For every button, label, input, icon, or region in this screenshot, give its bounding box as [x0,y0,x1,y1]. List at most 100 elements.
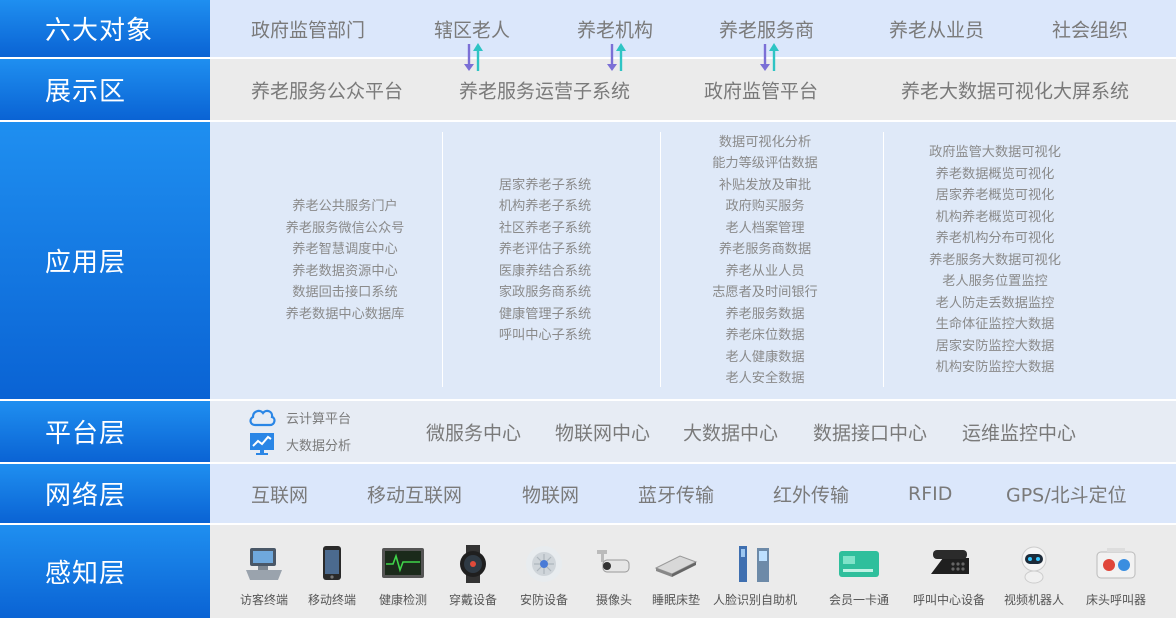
app-list-item: 养老数据资源中心 [292,263,398,279]
device-caption: 摄像头 [595,593,632,607]
app-list-item: 政府监管大数据可视化 [929,145,1061,161]
network-item: GPS/北斗定位 [1006,484,1127,506]
app-list-item: 机构安防监控大数据 [935,360,1055,376]
column-divider [660,132,661,387]
device-item: 呼叫中心设备 [909,543,989,608]
camera-icon [589,543,639,585]
object-item: 社会组织 [1052,19,1129,41]
kiosk-terminal-icon [239,543,289,585]
app-list-item: 志愿者及时间银行 [712,285,818,300]
app-list-item: 养老评估子系统 [498,242,592,257]
bigdata-analysis-label: 大数据分析 [286,438,352,454]
face-recognition-kiosk-icon [730,543,780,585]
app-list-item: 养老数据中心数据库 [285,306,405,322]
app-column-2: 居家养老子系统 机构养老子系统 社区养老子系统 养老评估子系统 医康养结合系统 家政服务商… [450,122,640,399]
device-caption: 视频机器人 [1003,593,1064,607]
column-divider [442,132,443,387]
bidirectional-arrow-icon [464,43,483,71]
device-caption: 人脸识别自助机 [713,593,798,607]
row-label-network: 网络层 [0,464,210,523]
device-caption: 穿戴设备 [448,593,497,607]
app-list-item: 老人安全数据 [725,371,805,386]
object-item: 养老机构 [577,19,654,41]
platform-item: 物联网中心 [555,422,651,444]
device-item: 睡眠床垫 [636,543,716,608]
application-content: 养老公共服务门户 养老服务微信公众号 养老智慧调度中心 养老数据资源中心 数据回击接口系… [210,122,1176,399]
app-list-item: 养老数据概览可视化 [935,166,1055,182]
row-label-display: 展示区 [0,59,210,120]
row-network: 网络层 互联网 移动互联网 物联网 蓝牙传输 红外传输 RFID GPS/北斗定… [0,464,1176,523]
device-item: 会员一卡通 [819,543,899,608]
column-divider [883,132,884,387]
device-item: 人脸识别自助机 [713,543,798,608]
smartwatch-icon [448,543,498,585]
app-list-item: 健康管理子系统 [498,306,592,322]
network-item: 蓝牙传输 [638,484,715,506]
device-caption: 会员一卡通 [828,593,889,607]
health-monitor-icon [378,543,428,585]
device-caption: 呼叫中心设备 [912,593,985,607]
perception-content: 访客终端 移动终端 健康检测 穿戴设备 安防设备 摄像头 睡眠床垫 人脸识别自助机 会员一卡通 呼… [210,525,1176,618]
app-list-item: 能力等级评估数据 [712,156,818,171]
row-perception: 感知层 访客终端 移动终端 健康检测 穿戴设备 安防设备 摄像头 睡眠床垫 人脸识别自助机 会员… [0,525,1176,618]
platform-item: 数据接口中心 [813,422,928,444]
cloud-platform-label: 云计算平台 [286,411,352,427]
app-list-item: 老人防走丢数据监控 [935,295,1055,311]
row-platform: 平台层 云计算平台 大数据分析 微服务中心 物联网中心 大数据中心 数据接口中心… [0,401,1176,462]
app-list-item: 居家养老概览可视化 [935,188,1055,204]
bigdata-analysis: 大数据分析 [248,432,351,456]
app-list-item: 机构养老概览可视化 [935,209,1055,225]
app-list-item: 养老服务大数据可视化 [929,252,1061,268]
device-caption: 床头呼叫器 [1085,593,1146,607]
platform-item: 微服务中心 [426,422,522,444]
app-list-item: 家政服务商系统 [498,285,592,300]
display-item: 养老大数据可视化大屏系统 [901,80,1130,102]
sleep-pad-icon [651,543,701,585]
app-list-item: 居家安防监控大数据 [935,338,1055,354]
bidirectional-arrow-icon [607,43,626,71]
device-caption: 睡眠床垫 [651,593,700,607]
network-item: 红外传输 [773,484,850,506]
app-list-item: 机构养老子系统 [498,199,592,214]
app-list-item: 养老服务微信公众号 [285,220,405,236]
display-item: 政府监管平台 [704,80,819,102]
device-caption: 访客终端 [239,593,288,607]
network-item: 互联网 [251,484,309,506]
app-list-item: 政府购买服务 [725,199,805,214]
object-item: 辖区老人 [434,19,511,41]
app-list-item: 养老服务商数据 [718,242,812,257]
architecture-diagram: 六大对象 政府监管部门 辖区老人 养老机构 养老服务商 养老从业员 社会组织 展… [0,0,1176,618]
device-caption: 移动终端 [307,593,356,607]
app-list-item: 社区养老子系统 [498,220,592,236]
device-item: 穿戴设备 [433,543,513,608]
display-item: 养老服务公众平台 [251,80,404,102]
app-list-item: 居家养老子系统 [498,177,592,193]
app-list-item: 养老从业人员 [725,263,805,279]
app-column-3: 数据可视化分析 能力等级评估数据 补贴发放及审批 政府购买服务 老人档案管理 养老服务商数… [670,122,860,399]
app-list-item: 补贴发放及审批 [718,177,812,193]
device-item: 健康检测 [363,543,443,608]
app-list-item: 老人健康数据 [725,349,805,365]
cloud-platform: 云计算平台 [248,406,351,428]
device-item: 床头呼叫器 [1076,543,1156,608]
row-application: 应用层 养老公共服务门户 养老服务微信公众号 养老智慧调度中心 养老数据资源中心 数据回… [0,122,1176,399]
platform-content: 云计算平台 大数据分析 微服务中心 物联网中心 大数据中心 数据接口中心 运维监… [210,401,1176,462]
row-label-application: 应用层 [0,122,210,399]
network-item: 移动互联网 [367,484,463,506]
row-label-platform: 平台层 [0,401,210,462]
app-list-item: 养老服务数据 [725,306,805,322]
device-item: 移动终端 [292,543,372,608]
device-caption: 安防设备 [519,593,568,607]
app-list-item: 养老床位数据 [725,328,805,343]
smoke-detector-icon [519,543,569,585]
bidirectional-arrow-icon [760,43,779,71]
robot-icon [1009,543,1059,585]
member-card-icon [834,543,884,585]
device-caption: 健康检测 [378,593,427,607]
app-list-item: 呼叫中心子系统 [498,328,592,343]
app-column-1: 养老公共服务门户 养老服务微信公众号 养老智慧调度中心 养老数据资源中心 数据回击接口系… [250,122,440,399]
display-item: 养老服务运营子系统 [459,80,631,102]
network-content: 互联网 移动互联网 物联网 蓝牙传输 红外传输 RFID GPS/北斗定位 [210,464,1176,523]
platform-item: 运维监控中心 [962,422,1077,444]
object-item: 养老服务商 [719,19,815,41]
